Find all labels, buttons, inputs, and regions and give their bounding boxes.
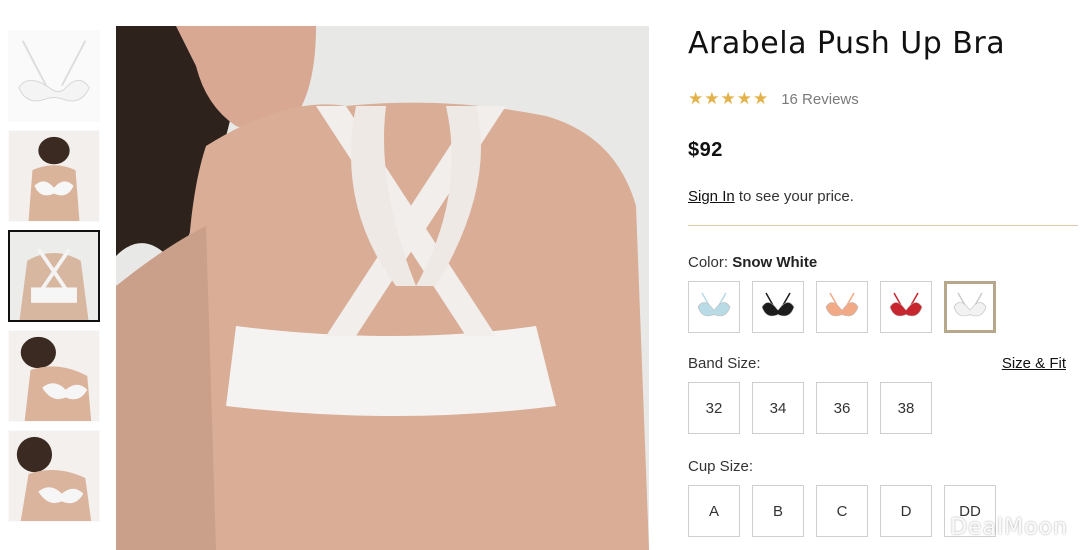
color-swatch-light-blue[interactable] xyxy=(688,281,740,333)
signin-link[interactable]: Sign In xyxy=(688,188,735,205)
color-swatches xyxy=(688,281,1068,333)
product-title: Arabela Push Up Bra xyxy=(688,26,1006,61)
band-size-option-38[interactable]: 38 xyxy=(880,382,932,434)
cup-size-option-d[interactable]: D xyxy=(880,485,932,537)
color-label-text: Color: xyxy=(688,254,733,271)
band-size-options: 32 34 36 38 xyxy=(688,382,1068,434)
band-size-label: Band Size: xyxy=(688,355,761,372)
band-size-option-34[interactable]: 34 xyxy=(752,382,804,434)
product-price: $92 xyxy=(688,139,723,161)
cup-size-option-c[interactable]: C xyxy=(816,485,868,537)
bra-swatch-icon xyxy=(825,292,859,317)
color-swatch-black[interactable] xyxy=(752,281,804,333)
reviews-link[interactable]: 16 Reviews xyxy=(781,91,859,108)
thumbnail-4[interactable] xyxy=(8,330,100,422)
band-size-label-row: Band Size: Size & Fit xyxy=(688,355,1066,372)
color-label-row: Color: Snow White xyxy=(688,254,1066,271)
cup-size-label: Cup Size: xyxy=(688,458,754,475)
bra-swatch-icon xyxy=(697,292,731,317)
band-size-option-32[interactable]: 32 xyxy=(688,382,740,434)
main-product-image[interactable] xyxy=(116,26,649,550)
bra-swatch-icon xyxy=(889,292,923,317)
color-label: Color: Snow White xyxy=(688,254,817,271)
thumbnail-5[interactable] xyxy=(8,430,100,522)
selected-color: Snow White xyxy=(732,254,818,271)
watermark-logo: DealMoon xyxy=(950,515,1068,540)
rating-row: ★★★★★ 16 Reviews xyxy=(688,89,1068,109)
model-back-view-illustration xyxy=(116,26,649,550)
star-rating-icons: ★★★★★ xyxy=(688,89,770,108)
bra-product-image xyxy=(9,31,99,121)
bra-swatch-icon xyxy=(761,292,795,317)
signin-price-row: Sign In to see your price. xyxy=(688,188,1068,205)
thumbnail-2[interactable] xyxy=(8,130,100,222)
size-fit-link[interactable]: Size & Fit xyxy=(1002,355,1066,372)
cup-size-option-b[interactable]: B xyxy=(752,485,804,537)
product-details-panel: Arabela Push Up Bra ★★★★★ 16 Reviews $92… xyxy=(688,26,1078,537)
divider xyxy=(688,225,1078,226)
signin-price-text: to see your price. xyxy=(734,188,854,205)
model-pose-image xyxy=(9,431,99,521)
bra-swatch-icon xyxy=(953,292,987,317)
color-swatch-peach[interactable] xyxy=(816,281,868,333)
band-size-option-36[interactable]: 36 xyxy=(816,382,868,434)
thumbnail-1[interactable] xyxy=(8,30,100,122)
model-back-image xyxy=(10,232,98,320)
model-side-image xyxy=(9,331,99,421)
thumbnail-3-selected[interactable] xyxy=(8,230,100,322)
color-swatch-snow-white[interactable] xyxy=(944,281,996,333)
cup-size-label-row: Cup Size: xyxy=(688,458,1066,475)
cup-size-option-a[interactable]: A xyxy=(688,485,740,537)
model-front-image xyxy=(9,131,99,221)
color-swatch-red[interactable] xyxy=(880,281,932,333)
thumbnail-list xyxy=(8,30,104,530)
